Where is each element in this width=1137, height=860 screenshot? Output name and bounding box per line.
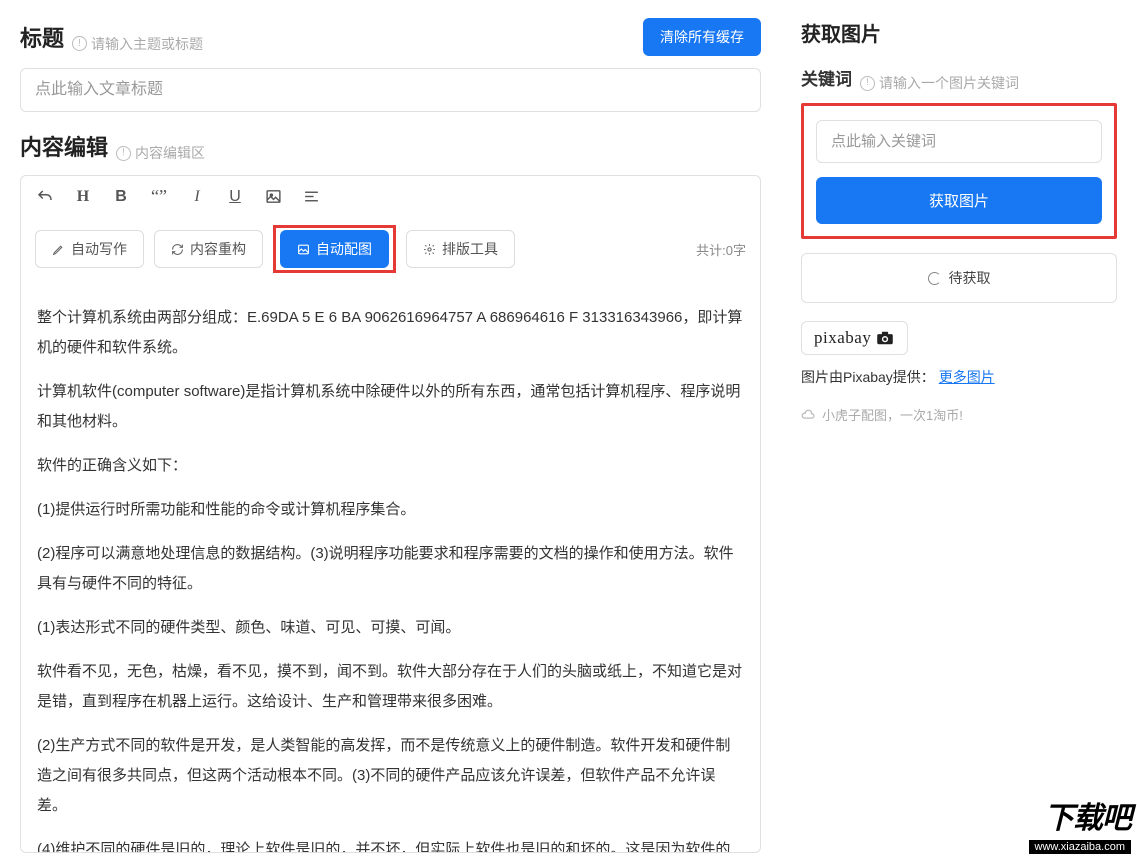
content-section-label: 内容编辑: [20, 130, 108, 162]
align-left-icon[interactable]: [301, 188, 321, 205]
refresh-icon: [171, 243, 184, 256]
content-section-hint: ! 内容编辑区: [116, 143, 205, 163]
auto-write-button[interactable]: 自动写作: [35, 230, 144, 268]
italic-icon[interactable]: I: [187, 188, 207, 206]
pending-status: 待获取: [801, 253, 1117, 303]
editor-paragraph: 整个计算机系统由两部分组成：E.69DA 5 E 6 BA 9062616964…: [37, 303, 744, 363]
keyword-label: 关键词: [801, 65, 852, 90]
camera-icon: [875, 331, 895, 345]
editor-paragraph: (2)生产方式不同的软件是开发，是人类智能的高发挥，而不是传统意义上的硬件制造。…: [37, 731, 744, 821]
editor-paragraph: 软件看不见，无色，枯燥，看不见，摸不到，闻不到。软件大部分存在于人们的头脑或纸上…: [37, 657, 744, 717]
title-section-hint: ! 请输入主题或标题: [72, 34, 203, 54]
main-panel: 标题 ! 请输入主题或标题 清除所有缓存 内容编辑 ! 内容编辑区: [0, 0, 781, 860]
editor-paragraph: 计算机软件(computer software)是指计算机系统中除硬件以外的所有…: [37, 377, 744, 437]
spinner-icon: [928, 272, 941, 285]
fetch-image-button[interactable]: 获取图片: [816, 177, 1102, 224]
info-icon: !: [116, 146, 131, 161]
undo-icon[interactable]: [35, 188, 55, 206]
tip-line: 小虎子配图，一次1淘币!: [801, 405, 1117, 424]
tool-icon: [423, 243, 436, 256]
picture-icon: [297, 243, 310, 256]
credit-line: 图片由Pixabay提供： 更多图片: [801, 367, 1117, 387]
editor-toolbar: H B “” I U 自动写作 内容重构: [20, 175, 761, 285]
heading-icon[interactable]: H: [73, 188, 93, 206]
pixabay-badge[interactable]: pixabay: [801, 321, 908, 355]
bold-icon[interactable]: B: [111, 188, 131, 206]
title-section-label: 标题: [20, 21, 64, 53]
editor-paragraph: (2)程序可以满意地处理信息的数据结构。(3)说明程序功能要求和程序需要的文档的…: [37, 539, 744, 599]
info-icon: !: [72, 36, 87, 51]
char-count: 共计:0字: [696, 240, 746, 259]
article-title-input[interactable]: [20, 68, 761, 112]
editor-content[interactable]: 整个计算机系统由两部分组成：E.69DA 5 E 6 BA 9062616964…: [20, 285, 761, 853]
editor-paragraph: 软件的正确含义如下：: [37, 451, 744, 481]
auto-image-button[interactable]: 自动配图: [280, 230, 389, 268]
editor-paragraph: (1)表达形式不同的硬件类型、颜色、味道、可见、可摸、可闻。: [37, 613, 744, 643]
image-icon[interactable]: [263, 188, 283, 205]
quote-icon[interactable]: “”: [149, 186, 169, 207]
keyword-input[interactable]: [816, 120, 1102, 163]
cloud-icon: [801, 409, 816, 421]
underline-icon[interactable]: U: [225, 188, 245, 206]
keyword-hint: ! 请输入一个图片关键词: [860, 73, 1019, 93]
pencil-icon: [52, 243, 65, 256]
highlight-auto-image: 自动配图: [273, 225, 396, 273]
clear-cache-button[interactable]: 清除所有缓存: [643, 18, 761, 56]
layout-tool-button[interactable]: 排版工具: [406, 230, 515, 268]
editor-paragraph: (1)提供运行时所需功能和性能的命令或计算机程序集合。: [37, 495, 744, 525]
info-icon: !: [860, 76, 875, 91]
side-panel: 获取图片 关键词 ! 请输入一个图片关键词 获取图片 待获取 pixabay 图…: [781, 0, 1137, 860]
editor-paragraph: (4)维护不同的硬件是旧的，理论上软件是旧的，并不坏，但实际上软件也是旧的和坏的…: [37, 835, 744, 853]
highlight-keyword-box: 获取图片: [801, 103, 1117, 239]
more-images-link[interactable]: 更多图片: [939, 369, 995, 385]
side-title: 获取图片: [801, 18, 1117, 47]
restructure-button[interactable]: 内容重构: [154, 230, 263, 268]
